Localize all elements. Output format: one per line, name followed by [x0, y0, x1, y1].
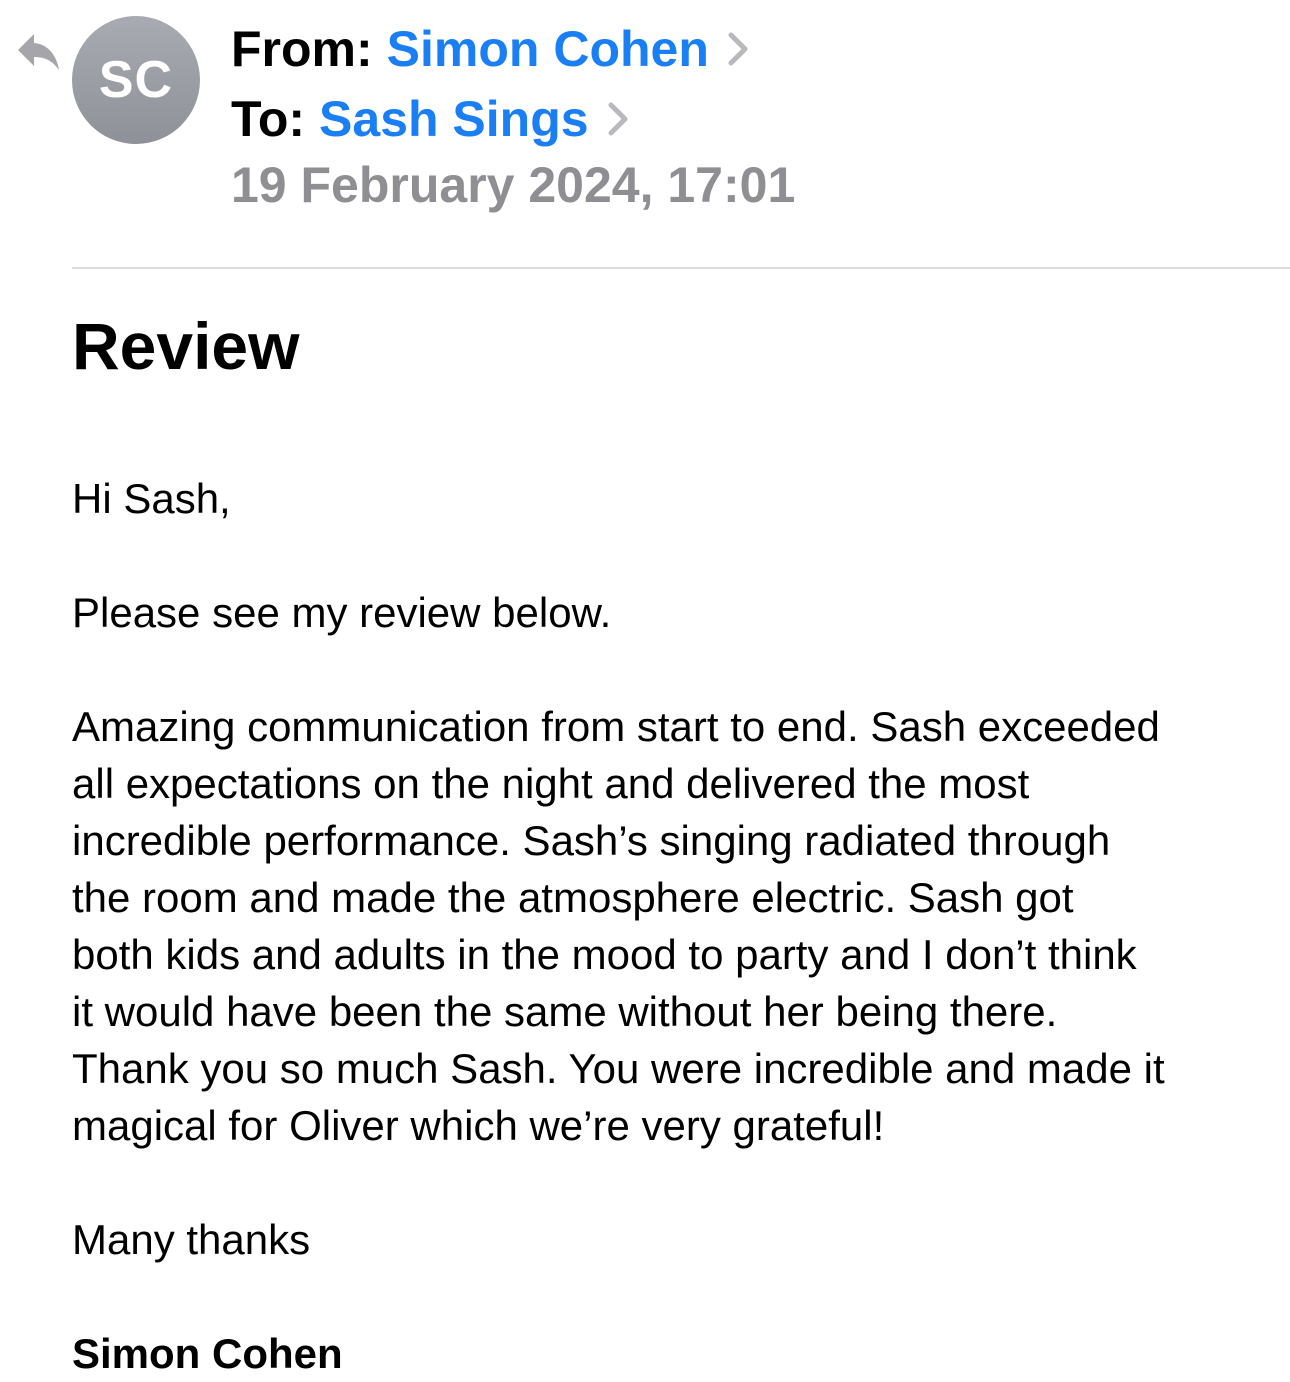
signature-name: Simon Cohen — [72, 1330, 343, 1377]
review-line: incredible performance. Sash’s singing r… — [72, 817, 1111, 864]
from-row: From: Simon Cohen — [231, 24, 753, 74]
chevron-right-icon[interactable] — [605, 97, 633, 141]
review-line: magical for Oliver which we’re very grat… — [72, 1102, 885, 1149]
email-body: Hi Sash, Please see my review below. Ama… — [72, 470, 1262, 1382]
sender-avatar[interactable]: SC — [72, 16, 200, 144]
recipient-name-link[interactable]: Sash Sings — [319, 94, 589, 144]
review-line: the room and made the atmosphere electri… — [72, 874, 1074, 921]
email-date: 19 February 2024, 17:01 — [231, 157, 796, 213]
intro-text: Please see my review below. — [72, 589, 612, 636]
reply-arrow-icon[interactable] — [14, 30, 62, 74]
review-line: Amazing communication from start to end.… — [72, 703, 1160, 750]
avatar-initials: SC — [98, 51, 174, 109]
date-row: 19 February 2024, 17:01 — [231, 160, 795, 210]
to-row: To: Sash Sings — [231, 94, 633, 144]
review-paragraph: Amazing communication from start to end.… — [72, 698, 1262, 1154]
greeting-text: Hi Sash, — [72, 475, 231, 522]
email-header: SC From: Simon Cohen To: Sash Sings 19 F… — [0, 0, 1290, 268]
review-line: all expectations on the night and delive… — [72, 760, 1030, 807]
signoff-text: Many thanks — [72, 1216, 311, 1263]
to-label: To: — [231, 91, 306, 147]
header-divider — [72, 267, 1290, 269]
review-line: it would have been the same without her … — [72, 988, 1058, 1035]
review-line: both kids and adults in the mood to part… — [72, 931, 1137, 978]
sender-name-link[interactable]: Simon Cohen — [387, 24, 709, 74]
chevron-right-icon[interactable] — [725, 27, 753, 71]
from-label: From: — [231, 21, 373, 77]
email-subject: Review — [72, 309, 300, 383]
review-line: Thank you so much Sash. You were incredi… — [72, 1045, 1165, 1092]
